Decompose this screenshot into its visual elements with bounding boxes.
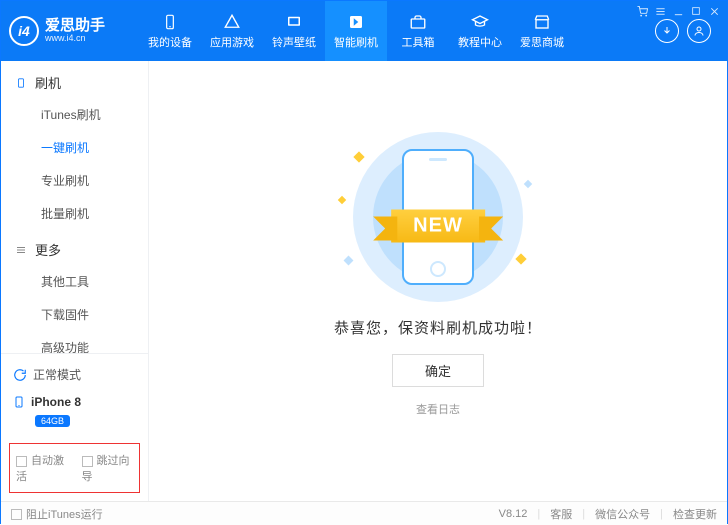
apps-icon <box>222 13 242 31</box>
tab-label: 应用游戏 <box>210 34 254 50</box>
phone-icon <box>160 13 180 31</box>
device-mode-row[interactable]: 正常模式 <box>13 362 136 387</box>
checkbox-auto-activate[interactable]: 自动激活 <box>16 452 68 484</box>
checkbox-icon <box>16 456 27 467</box>
tab-store[interactable]: 爱思商城 <box>511 1 573 61</box>
tutorial-icon <box>470 13 490 31</box>
download-icon[interactable] <box>655 19 679 43</box>
tab-label: 教程中心 <box>458 34 502 50</box>
main-content: NEW 恭喜您，保资料刷机成功啦！ 确定 查看日志 <box>149 61 727 501</box>
sidebar-device-panel: 正常模式 iPhone 8 64GB <box>1 353 148 435</box>
user-icon[interactable] <box>687 19 711 43</box>
wallpaper-icon <box>284 13 304 31</box>
tab-label: 爱思商城 <box>520 34 564 50</box>
sidebar-item-itunes-flash[interactable]: iTunes刷机 <box>1 98 148 131</box>
menu-icon[interactable] <box>653 4 667 18</box>
ok-button[interactable]: 确定 <box>392 354 484 387</box>
sync-icon <box>13 368 27 382</box>
device-name-row[interactable]: iPhone 8 <box>13 387 136 413</box>
tab-label: 工具箱 <box>402 34 435 50</box>
tab-my-device[interactable]: 我的设备 <box>139 1 201 61</box>
sidebar-options-box: 自动激活 跳过向导 <box>9 443 140 493</box>
mode-label: 正常模式 <box>33 366 81 383</box>
device-name: iPhone 8 <box>31 395 81 409</box>
sidebar: 刷机 iTunes刷机 一键刷机 专业刷机 批量刷机 更多 其他工具 下载固件 … <box>1 61 149 501</box>
update-link[interactable]: 检查更新 <box>673 506 717 522</box>
sidebar-section-more[interactable]: 更多 <box>1 230 148 265</box>
brand-subtitle: www.i4.cn <box>45 34 105 44</box>
brand-title: 爱思助手 <box>45 18 105 35</box>
checkbox-icon <box>11 509 22 520</box>
phone-small-icon <box>13 394 25 410</box>
version-label: V8.12 <box>499 508 528 520</box>
maximize-icon[interactable] <box>689 4 703 18</box>
tab-label: 铃声壁纸 <box>272 34 316 50</box>
close-icon[interactable] <box>707 4 721 18</box>
sidebar-item-other-tools[interactable]: 其他工具 <box>1 265 148 298</box>
sidebar-item-pro-flash[interactable]: 专业刷机 <box>1 164 148 197</box>
tab-toolbox[interactable]: 工具箱 <box>387 1 449 61</box>
tab-apps[interactable]: 应用游戏 <box>201 1 263 61</box>
tab-flash[interactable]: 智能刷机 <box>325 1 387 61</box>
more-icon <box>15 244 27 256</box>
checkbox-skip-guide[interactable]: 跳过向导 <box>82 452 134 484</box>
minimize-icon[interactable] <box>671 4 685 18</box>
view-log-link[interactable]: 查看日志 <box>416 401 460 417</box>
wechat-link[interactable]: 微信公众号 <box>595 506 650 522</box>
support-link[interactable]: 客服 <box>550 506 572 522</box>
flash-icon <box>346 13 366 31</box>
device-icon <box>15 76 27 90</box>
footer: 阻止iTunes运行 V8.12 | 客服 | 微信公众号 | 检查更新 <box>1 501 727 525</box>
checkbox-block-itunes[interactable]: 阻止iTunes运行 <box>11 506 103 522</box>
store-icon <box>532 13 552 31</box>
logo-icon: i4 <box>9 16 39 46</box>
cart-icon[interactable] <box>635 4 649 18</box>
header: i4 爱思助手 www.i4.cn 我的设备 应用游戏 铃声壁纸 智能刷机 工具… <box>1 1 727 61</box>
section-title: 更多 <box>35 240 61 259</box>
header-actions <box>655 19 719 43</box>
checkbox-icon <box>82 456 93 467</box>
tab-label: 我的设备 <box>148 34 192 50</box>
sidebar-item-batch-flash[interactable]: 批量刷机 <box>1 197 148 230</box>
sidebar-section-flash[interactable]: 刷机 <box>1 63 148 98</box>
storage-badge: 64GB <box>35 415 70 427</box>
new-ribbon: NEW <box>391 210 485 243</box>
section-title: 刷机 <box>35 73 61 92</box>
tab-tutorials[interactable]: 教程中心 <box>449 1 511 61</box>
success-message: 恭喜您，保资料刷机成功啦！ <box>334 317 542 338</box>
sidebar-item-download-fw[interactable]: 下载固件 <box>1 298 148 331</box>
success-illustration: NEW <box>343 127 533 307</box>
brand: i4 爱思助手 www.i4.cn <box>9 16 134 46</box>
tab-ringtones[interactable]: 铃声壁纸 <box>263 1 325 61</box>
tab-label: 智能刷机 <box>334 34 378 50</box>
toolbox-icon <box>408 13 428 31</box>
window-controls <box>635 4 721 18</box>
sidebar-item-oneclick-flash[interactable]: 一键刷机 <box>1 131 148 164</box>
sidebar-item-advanced[interactable]: 高级功能 <box>1 331 148 353</box>
header-tabs: 我的设备 应用游戏 铃声壁纸 智能刷机 工具箱 教程中心 爱思商城 <box>139 1 573 61</box>
